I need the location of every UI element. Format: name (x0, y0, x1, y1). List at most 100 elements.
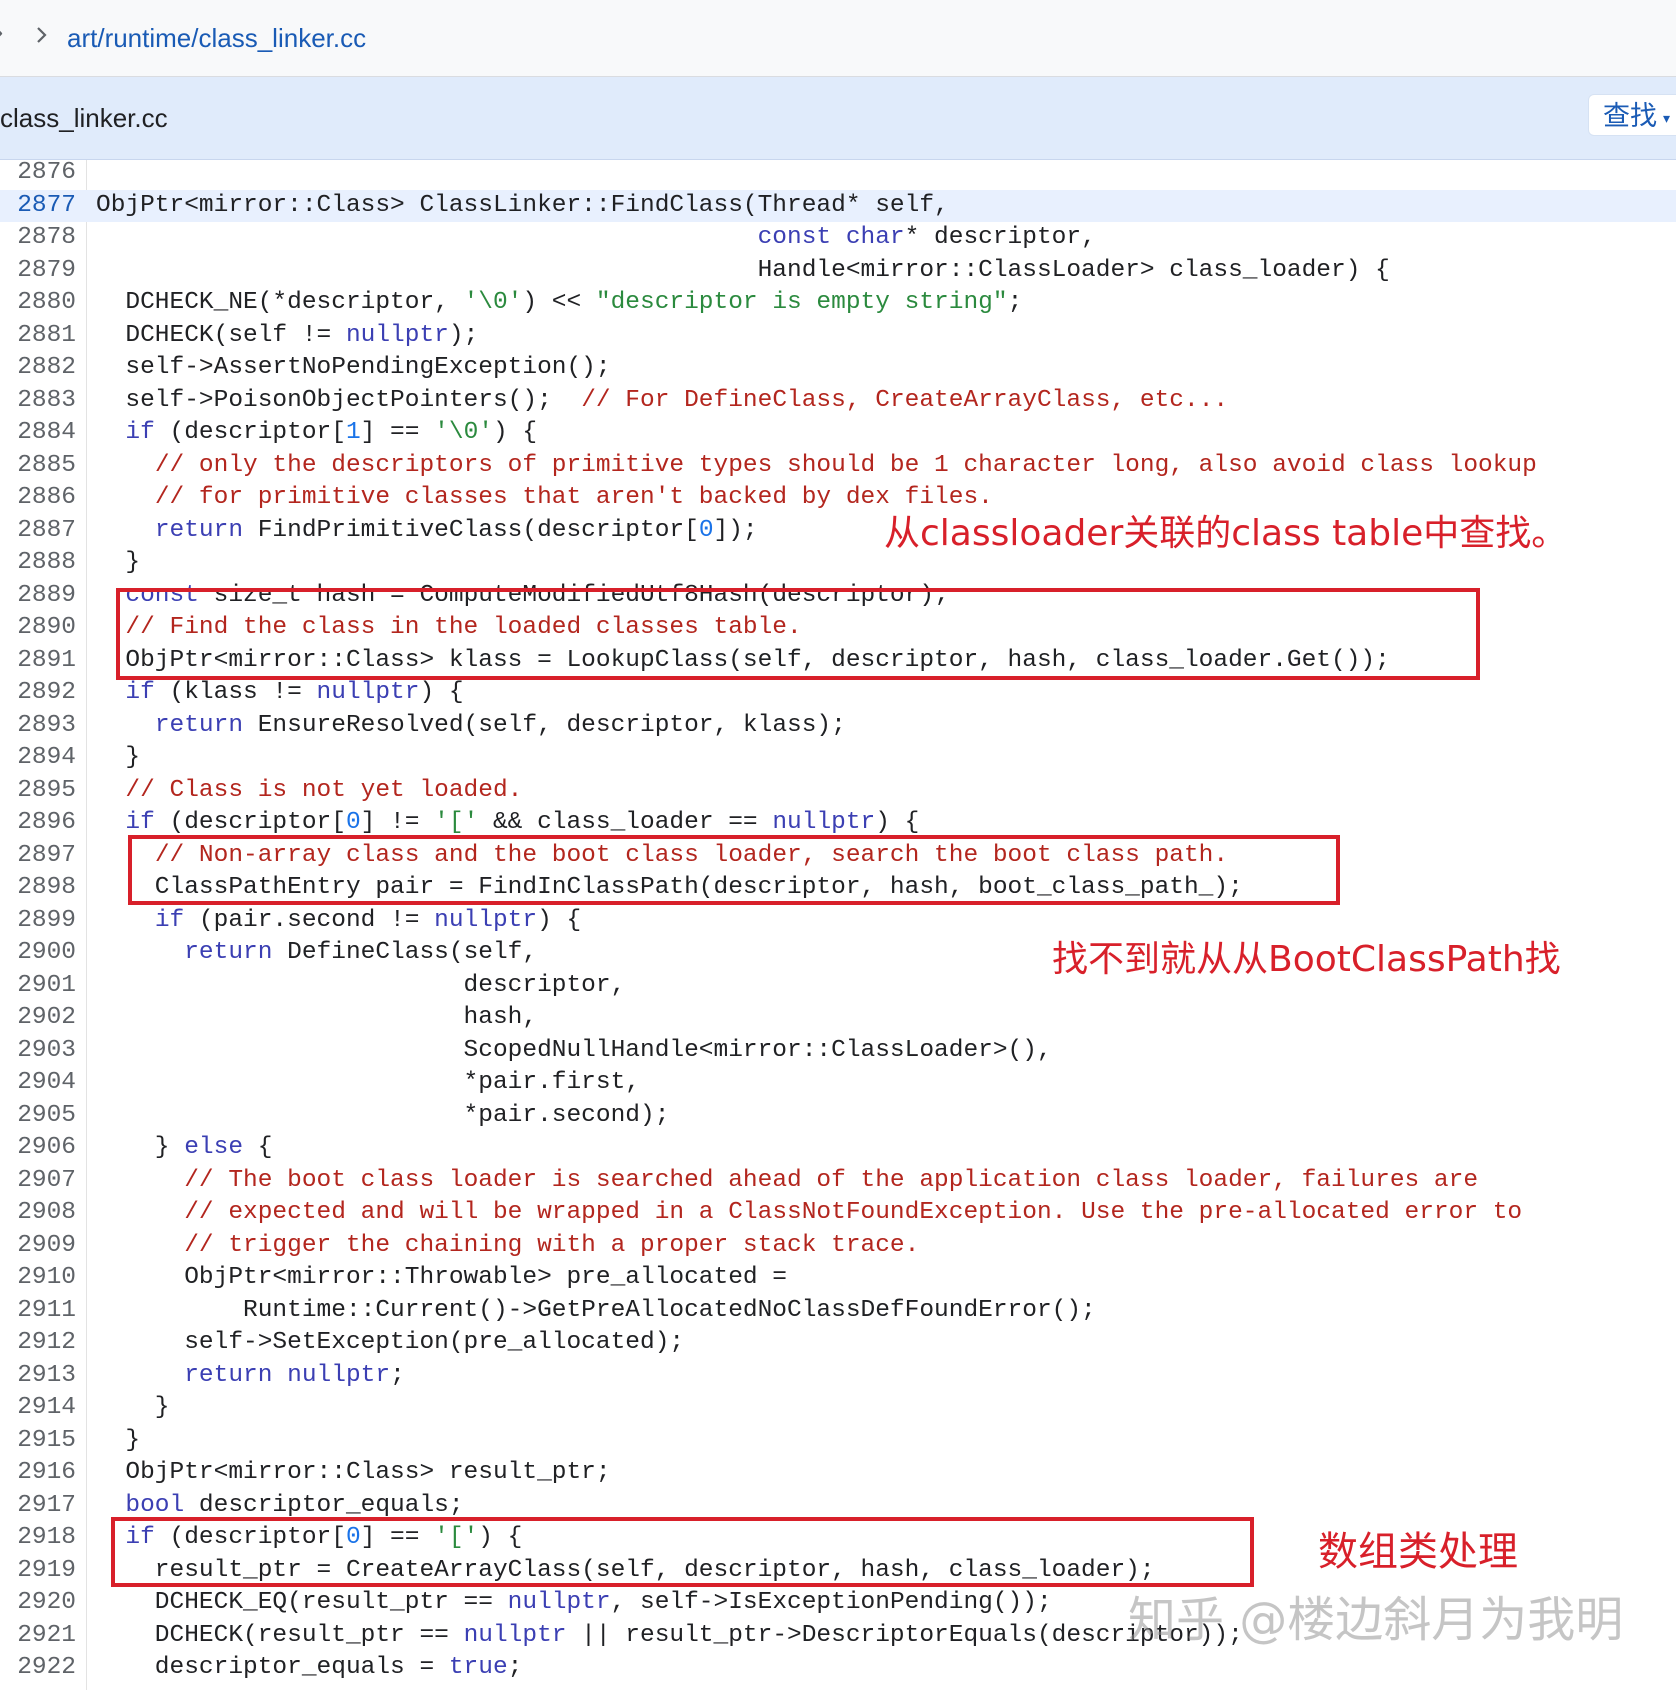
code-viewer[interactable]: 28762877 ObjPtr<mirror::Class> ClassLinke… (0, 160, 1676, 1690)
code-line: 2895 // Class is not yet loaded. (0, 775, 1676, 808)
line-number[interactable]: 2882 (0, 352, 76, 385)
line-number[interactable]: 2903 (0, 1035, 76, 1068)
line-number[interactable]: 2883 (0, 385, 76, 418)
line-number[interactable]: 2917 (0, 1490, 76, 1523)
code-number: 0 (699, 517, 714, 544)
line-number[interactable]: 2920 (0, 1587, 76, 1620)
code-token: self->PoisonObjectPointers(); (96, 387, 581, 414)
line-number[interactable]: 2887 (0, 515, 76, 548)
code-keyword: const char (758, 224, 905, 251)
line-number[interactable]: 2877 (0, 190, 76, 223)
line-number[interactable]: 2904 (0, 1067, 76, 1100)
code-line: 2892 if (klass != nullptr) { (0, 677, 1676, 710)
code-keyword: else (184, 1134, 243, 1161)
line-number[interactable]: 2910 (0, 1262, 76, 1295)
line-number[interactable]: 2891 (0, 645, 76, 678)
code-line: 2881 DCHECK(self != nullptr); (0, 320, 1676, 353)
line-number[interactable]: 2899 (0, 905, 76, 938)
line-number[interactable]: 2918 (0, 1522, 76, 1555)
code-line: 2899 if (pair.second != nullptr) { (0, 905, 1676, 938)
code-number: 0 (346, 1524, 361, 1551)
line-number[interactable]: 2909 (0, 1230, 76, 1263)
code-token: (descriptor[ (155, 419, 346, 446)
code-token (96, 907, 155, 934)
line-number[interactable]: 2902 (0, 1002, 76, 1035)
line-number[interactable]: 2896 (0, 807, 76, 840)
line-number[interactable]: 2878 (0, 222, 76, 255)
line-number[interactable]: 2897 (0, 840, 76, 873)
line-number[interactable]: 2895 (0, 775, 76, 808)
chevron-right-icon (30, 20, 54, 50)
line-number[interactable]: 2921 (0, 1620, 76, 1653)
line-number[interactable]: 2898 (0, 872, 76, 905)
code-text: DCHECK(self != nullptr); (96, 320, 478, 353)
code-comment: // The boot class loader is searched ahe… (184, 1167, 1478, 1194)
file-header: class_linker.cc 查找▾ (0, 77, 1676, 160)
code-text: DCHECK(result_ptr == nullptr || result_p… (96, 1620, 1243, 1653)
code-token: { (243, 1134, 272, 1161)
line-number[interactable]: 2894 (0, 742, 76, 775)
code-line: 2904 *pair.first, (0, 1067, 1676, 1100)
code-keyword: if (125, 679, 154, 706)
chevron-down-icon: ▾ (1663, 110, 1670, 126)
line-number[interactable]: 2922 (0, 1652, 76, 1685)
find-button[interactable]: 查找▾ (1588, 94, 1676, 136)
code-token: } (96, 1134, 184, 1161)
code-string: '[' (434, 809, 478, 836)
line-number[interactable]: 2886 (0, 482, 76, 515)
line-number[interactable]: 2901 (0, 970, 76, 1003)
line-number[interactable]: 2912 (0, 1327, 76, 1360)
code-text: self->PoisonObjectPointers(); // For Def… (96, 385, 1228, 418)
breadcrumb-prev-fragment[interactable]: › (0, 16, 3, 48)
line-number[interactable]: 2919 (0, 1555, 76, 1588)
code-line: 2915 } (0, 1425, 1676, 1458)
code-line: 2902 hash, (0, 1002, 1676, 1035)
line-number[interactable]: 2900 (0, 937, 76, 970)
code-token: ] != (361, 809, 435, 836)
line-number[interactable]: 2915 (0, 1425, 76, 1458)
line-number[interactable]: 2914 (0, 1392, 76, 1425)
line-number[interactable]: 2893 (0, 710, 76, 743)
line-number[interactable]: 2892 (0, 677, 76, 710)
code-text: bool descriptor_equals; (96, 1490, 464, 1523)
line-number[interactable]: 2916 (0, 1457, 76, 1490)
code-token: (klass != (155, 679, 317, 706)
line-number[interactable]: 2876 (0, 160, 76, 190)
code-line: 2916 ObjPtr<mirror::Class> result_ptr; (0, 1457, 1676, 1490)
line-number[interactable]: 2879 (0, 255, 76, 288)
code-text: // trigger the chaining with a proper st… (96, 1230, 919, 1263)
code-token (96, 1492, 125, 1519)
line-number[interactable]: 2880 (0, 287, 76, 320)
line-number[interactable]: 2905 (0, 1100, 76, 1133)
code-text: result_ptr = CreateArrayClass(self, desc… (96, 1555, 1155, 1588)
code-token: } (96, 549, 140, 576)
code-text: const size_t hash = ComputeModifiedUtf8H… (96, 580, 949, 613)
code-text: *pair.first, (96, 1067, 640, 1100)
breadcrumb-file-path[interactable]: art/runtime/class_linker.cc (67, 20, 366, 56)
line-number[interactable]: 2907 (0, 1165, 76, 1198)
line-number[interactable]: 2906 (0, 1132, 76, 1165)
code-comment: // only the descriptors of primitive typ… (155, 452, 1537, 479)
code-keyword: nullptr (434, 907, 537, 934)
line-number[interactable]: 2885 (0, 450, 76, 483)
code-string: '\0' (464, 289, 523, 316)
line-number[interactable]: 2888 (0, 547, 76, 580)
code-line: 2907 // The boot class loader is searche… (0, 1165, 1676, 1198)
line-number[interactable]: 2913 (0, 1360, 76, 1393)
code-token: ObjPtr<mirror::Class> ClassLinker::FindC… (96, 192, 949, 219)
line-number[interactable]: 2884 (0, 417, 76, 450)
line-number[interactable]: 2911 (0, 1295, 76, 1328)
code-keyword: return (155, 712, 243, 739)
line-number[interactable]: 2908 (0, 1197, 76, 1230)
code-token: ] == (361, 1524, 435, 1551)
code-token: ]); (714, 517, 758, 544)
code-text: descriptor, (96, 970, 625, 1003)
code-keyword: nullptr (317, 679, 420, 706)
code-keyword: return (184, 939, 272, 966)
line-number[interactable]: 2881 (0, 320, 76, 353)
code-token: self->AssertNoPendingException(); (96, 354, 611, 381)
line-number[interactable]: 2890 (0, 612, 76, 645)
line-number[interactable]: 2889 (0, 580, 76, 613)
code-token (96, 842, 155, 869)
code-text: ObjPtr<mirror::Class> ClassLinker::FindC… (96, 190, 949, 223)
